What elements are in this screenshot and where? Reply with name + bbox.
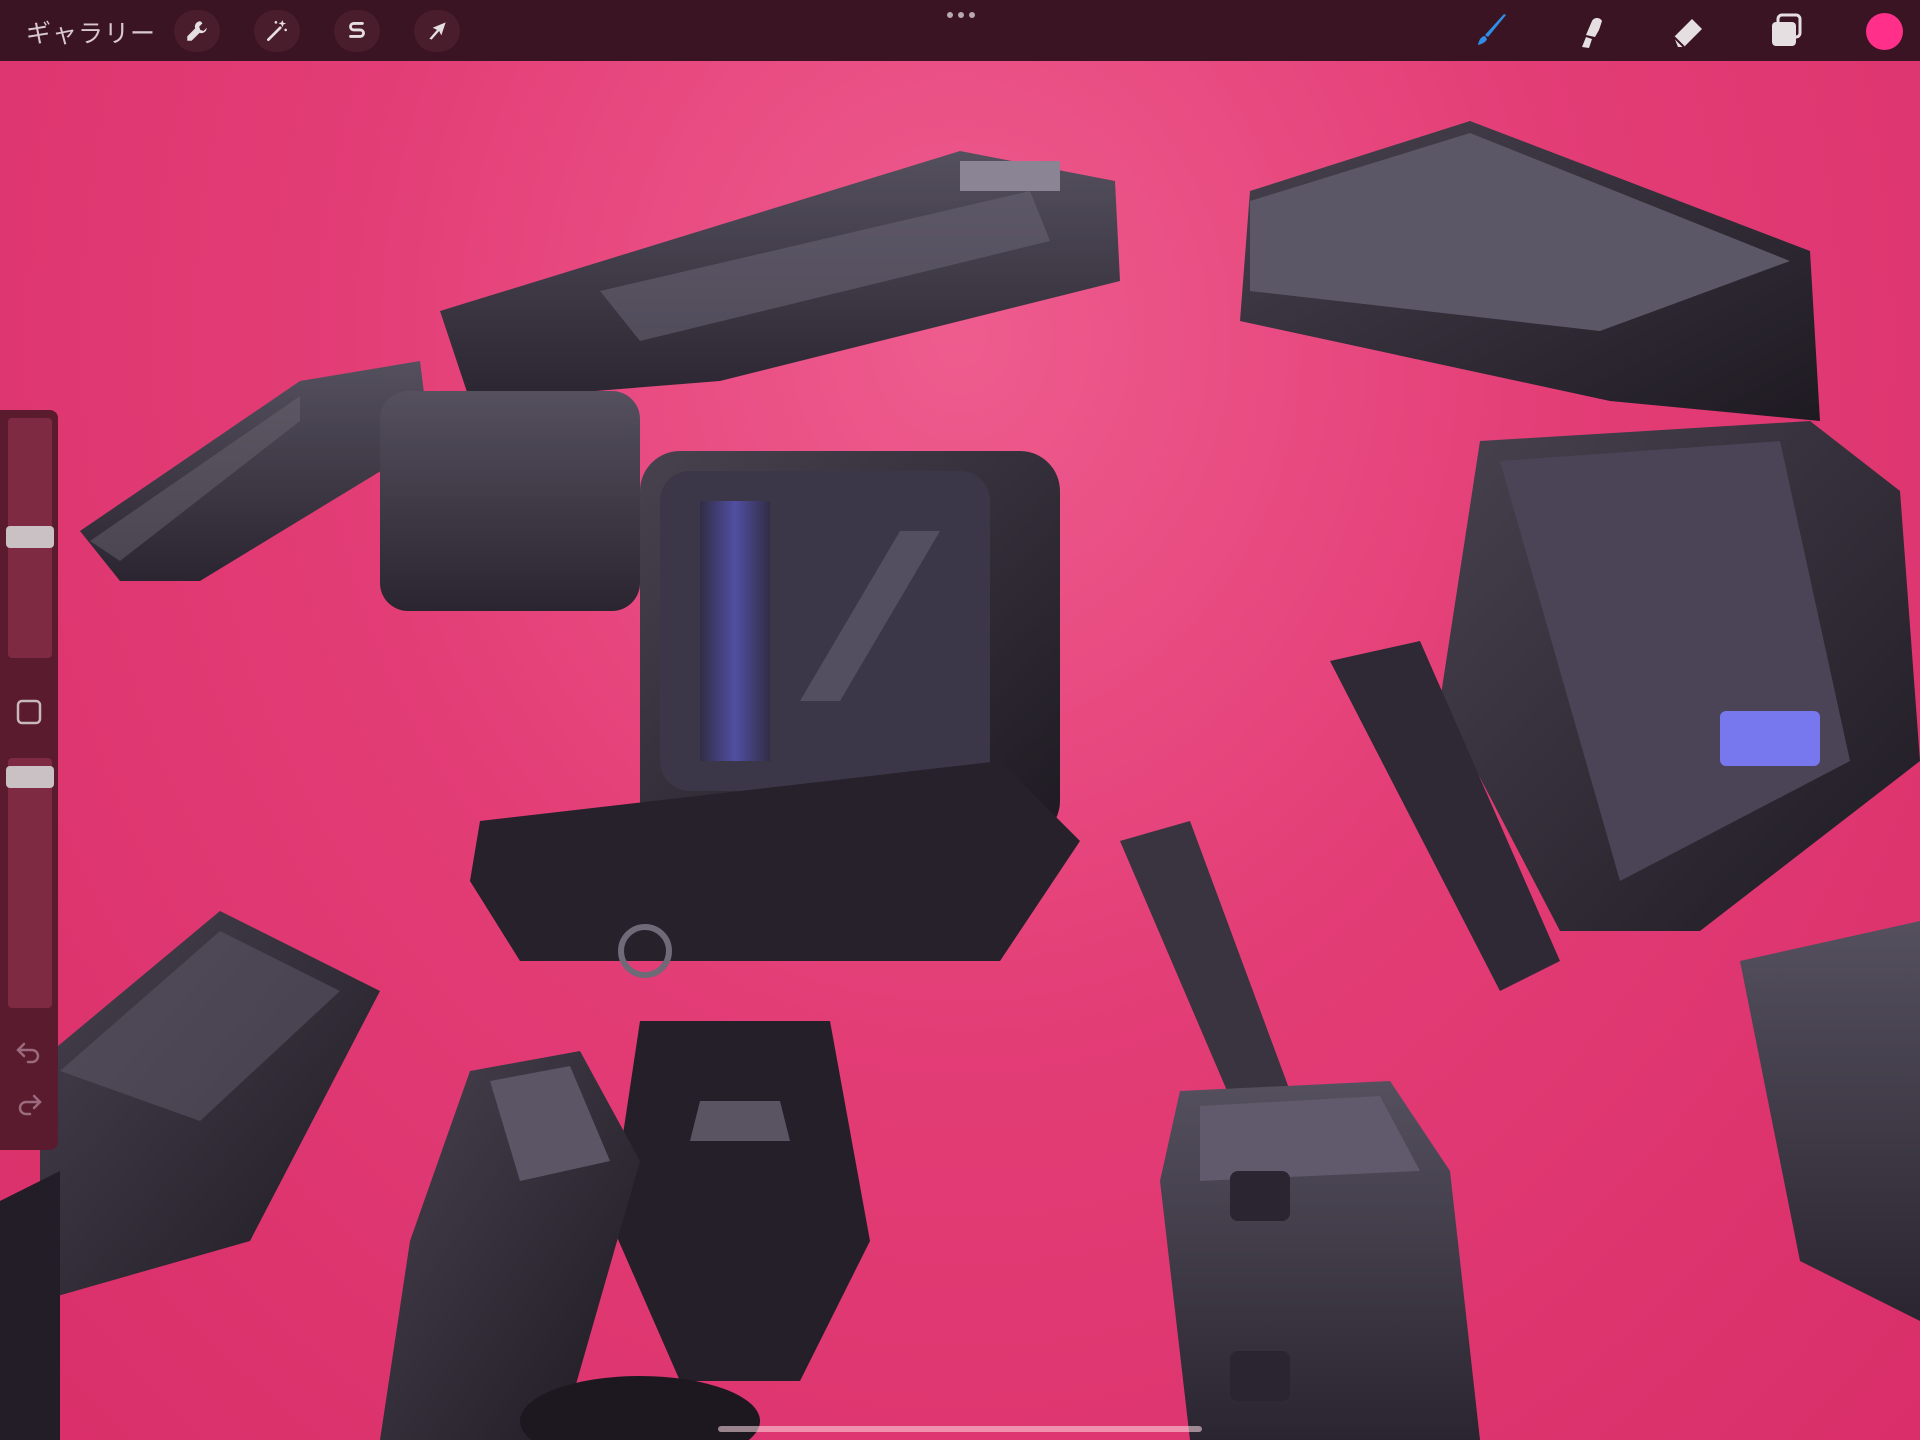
square-outline-icon[interactable] xyxy=(15,698,43,726)
adjustments-button[interactable] xyxy=(254,10,300,52)
top-toolbar: ギャラリー xyxy=(0,0,1920,61)
selection-s-icon xyxy=(349,22,365,38)
brush-size-knob[interactable] xyxy=(6,526,54,548)
arrow-cursor-icon xyxy=(429,22,446,40)
transform-button[interactable] xyxy=(414,10,460,52)
brush-icon xyxy=(1478,14,1506,45)
home-indicator xyxy=(718,1426,1202,1432)
drawing-canvas[interactable] xyxy=(0,61,1920,1440)
brush-tool-button[interactable] xyxy=(1470,10,1514,52)
brush-opacity-knob[interactable] xyxy=(6,766,54,788)
eraser-icon xyxy=(1673,19,1702,48)
undo-arrow-icon[interactable] xyxy=(14,1036,44,1066)
left-sidebar xyxy=(0,410,58,1150)
actions-button[interactable] xyxy=(174,10,220,52)
eraser-tool-button[interactable] xyxy=(1666,10,1710,52)
wrench-icon xyxy=(187,21,207,41)
gallery-button[interactable]: ギャラリー xyxy=(26,14,156,50)
layers-icon xyxy=(1772,13,1802,46)
ellipsis-icon[interactable] xyxy=(945,8,977,22)
magic-wand-icon xyxy=(266,20,287,42)
smudge-icon xyxy=(1582,18,1602,48)
mech-robot-artwork xyxy=(0,121,1920,1440)
selection-button[interactable] xyxy=(334,10,380,52)
brush-size-slider[interactable] xyxy=(6,418,54,658)
layers-button[interactable] xyxy=(1764,10,1808,52)
color-picker-button[interactable] xyxy=(1866,13,1903,50)
redo-arrow-icon[interactable] xyxy=(14,1088,44,1118)
smudge-tool-button[interactable] xyxy=(1568,10,1612,52)
brush-opacity-slider[interactable] xyxy=(6,758,54,1008)
